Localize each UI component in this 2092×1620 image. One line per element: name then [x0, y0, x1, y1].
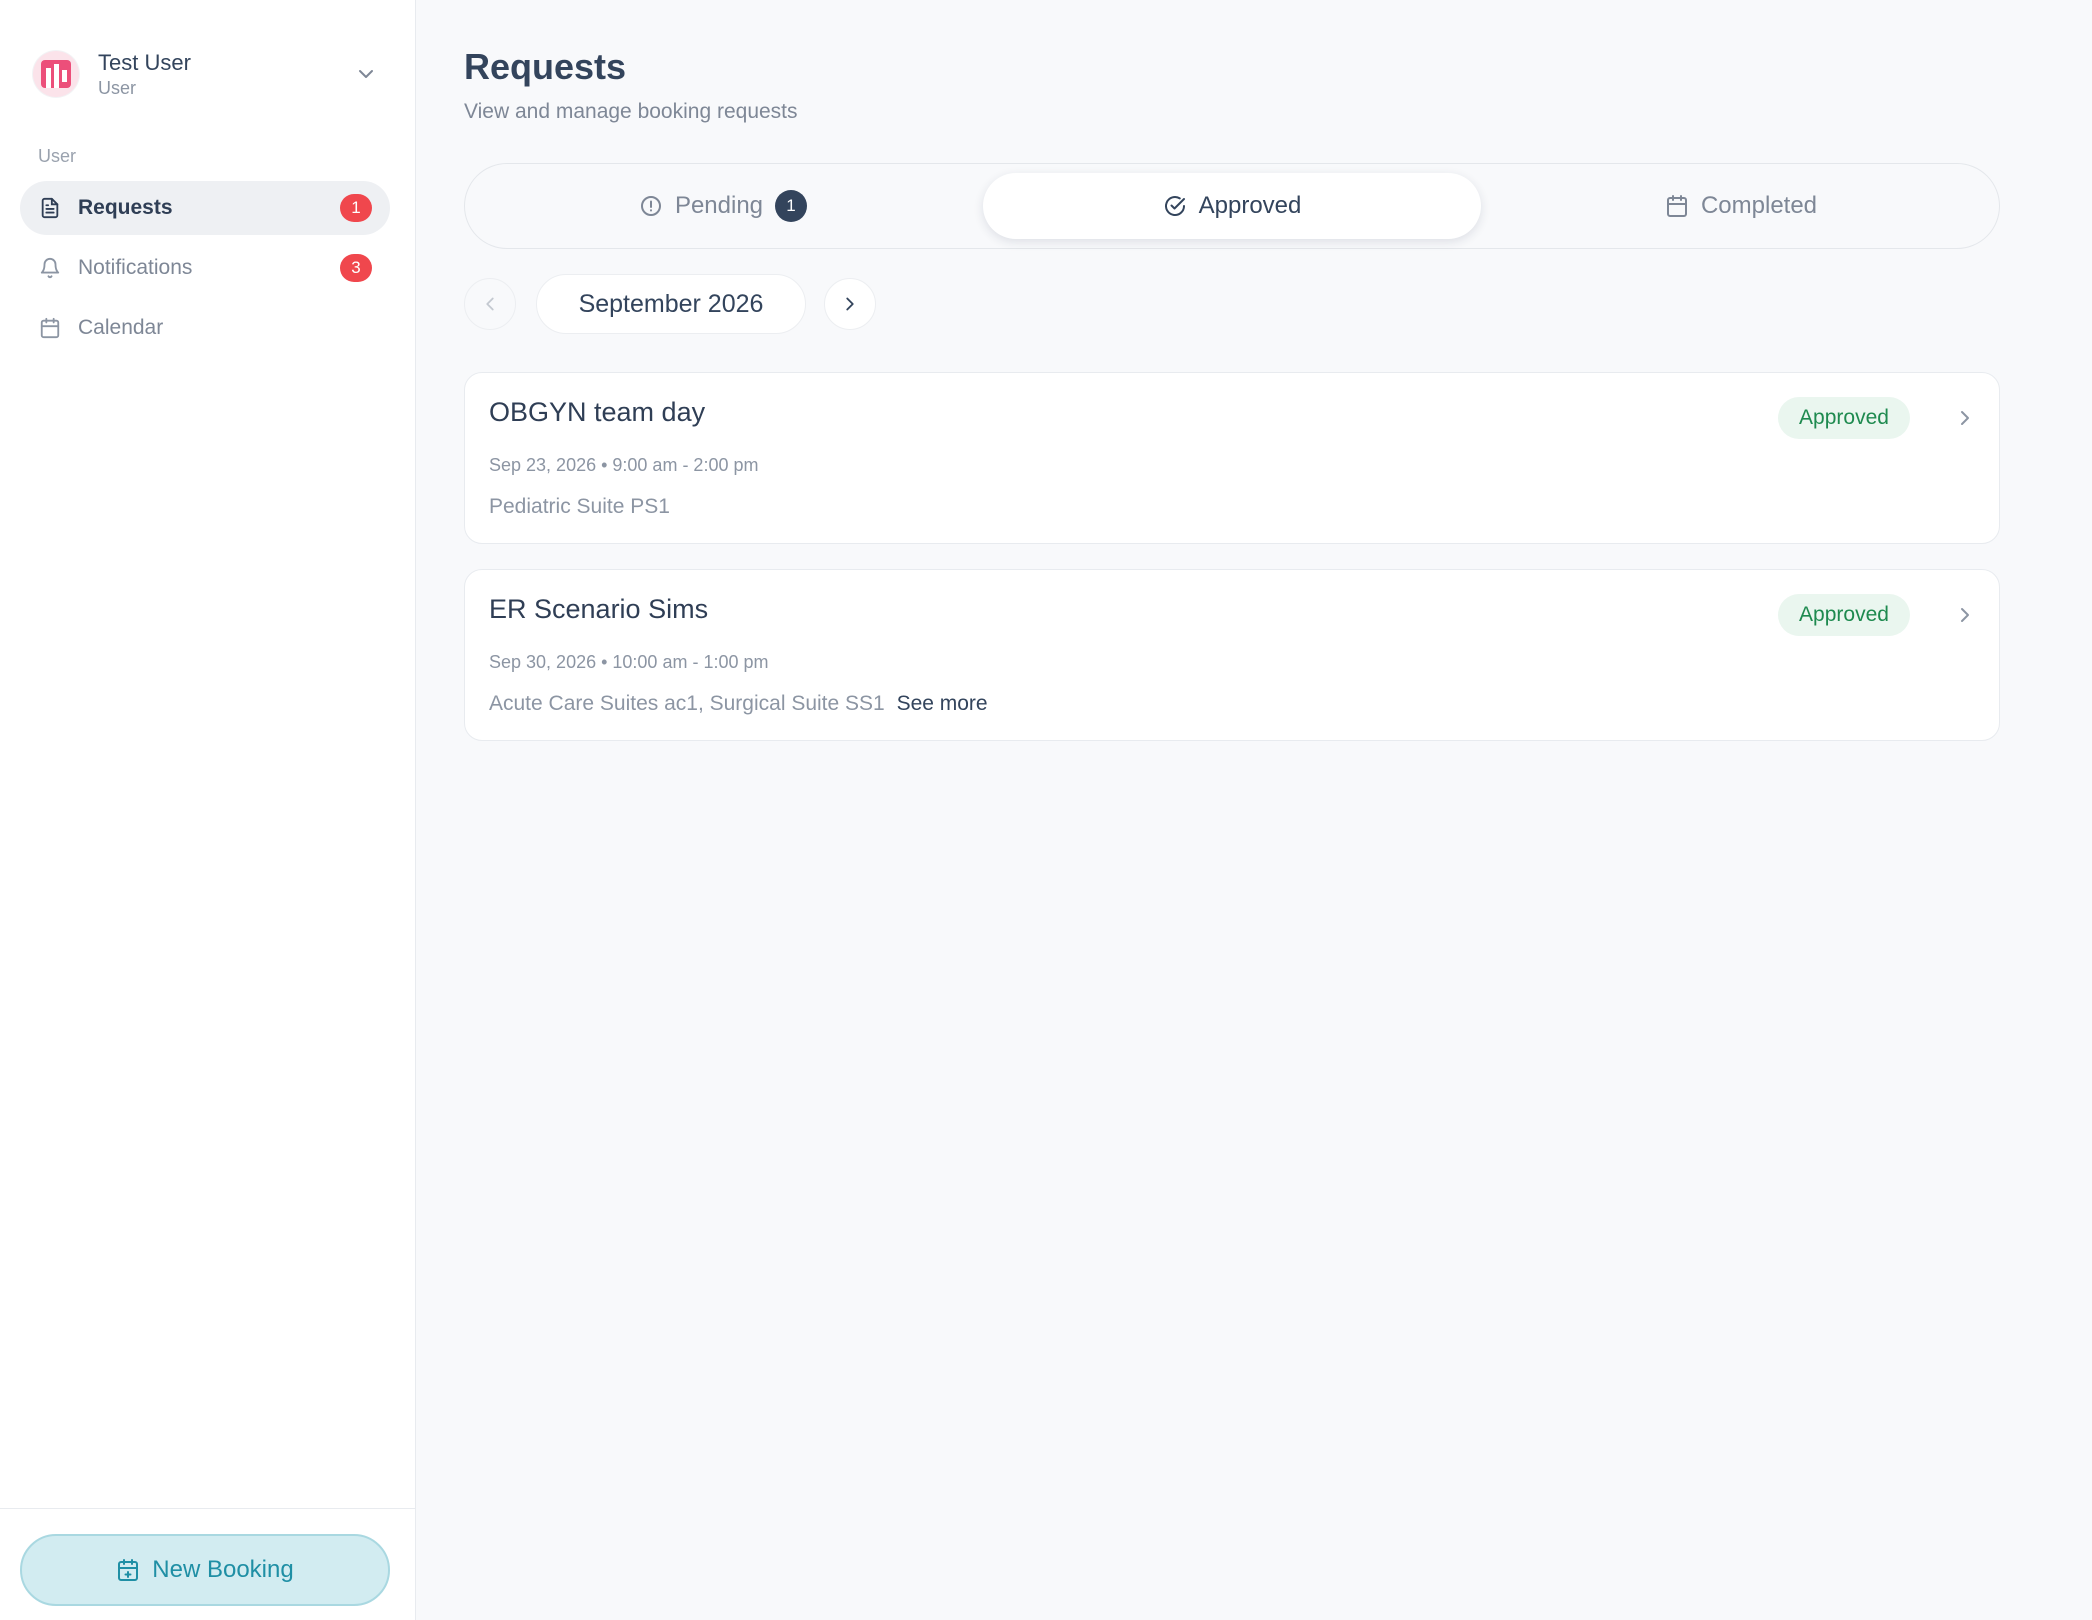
tab-approved[interactable]: Approved: [983, 173, 1481, 239]
sidebar-item-requests[interactable]: Requests 1: [20, 181, 390, 235]
user-role: User: [98, 78, 137, 98]
user-info: Test User User: [98, 49, 354, 99]
user-menu[interactable]: Test User User: [32, 44, 384, 104]
status-badge: Approved: [1778, 397, 1910, 439]
request-card[interactable]: ER Scenario Sims Sep 30, 2026 • 10:00 am…: [464, 569, 2000, 741]
request-title: ER Scenario Sims: [489, 594, 709, 624]
request-title: OBGYN team day: [489, 397, 706, 427]
calendar-icon: [38, 316, 62, 340]
new-booking-button[interactable]: New Booking: [20, 1534, 390, 1606]
next-month-button[interactable]: [824, 278, 876, 330]
sidebar-item-label: Requests: [78, 196, 173, 219]
sidebar-item-label: Notifications: [78, 256, 193, 279]
sidebar-item-notifications[interactable]: Notifications 3: [20, 241, 390, 295]
calendar-plus-icon: [118, 1559, 139, 1581]
avatar: [32, 50, 80, 98]
status-badge: Approved: [1778, 594, 1910, 636]
page-subtitle: View and manage booking requests: [464, 100, 798, 123]
notifications-count-badge: 3: [340, 254, 372, 282]
document-icon: [38, 196, 62, 220]
pending-count-badge: 1: [775, 190, 808, 222]
request-card[interactable]: OBGYN team day Sep 23, 2026 • 9:00 am - …: [464, 372, 2000, 544]
chevron-right-icon: [846, 297, 854, 311]
calendar-icon: [1666, 195, 1687, 217]
tab-completed[interactable]: Completed: [1492, 173, 1990, 239]
request-location-text: Pediatric Suite PS1: [489, 495, 670, 518]
sidebar-divider: [0, 1508, 416, 1509]
request-location: Acute Care Suites ac1, Surgical Suite SS…: [489, 692, 988, 716]
request-datetime: Sep 30, 2026 • 10:00 am - 1:00 pm: [489, 652, 769, 672]
chevron-left-icon: [486, 297, 494, 311]
tab-label: Approved: [1198, 192, 1302, 219]
chevron-down-icon[interactable]: [354, 62, 378, 86]
check-circle-icon: [1164, 196, 1185, 216]
user-name: Test User: [98, 50, 191, 75]
bell-icon: [38, 256, 62, 280]
request-location-text: Acute Care Suites ac1, Surgical Suite SS…: [489, 692, 885, 715]
see-more-link[interactable]: See more: [897, 692, 988, 715]
request-location: Pediatric Suite PS1: [489, 495, 670, 519]
tab-pending[interactable]: Pending 1: [474, 173, 972, 239]
brand-logo-icon: [33, 51, 79, 97]
chevron-right-icon[interactable]: [1953, 603, 1977, 627]
sidebar-item-label: Calendar: [78, 316, 164, 339]
requests-count-badge: 1: [340, 194, 372, 222]
tab-label: Completed: [1700, 192, 1818, 219]
request-datetime: Sep 23, 2026 • 9:00 am - 2:00 pm: [489, 455, 759, 475]
sidebar-item-calendar[interactable]: Calendar: [20, 301, 390, 355]
tab-label: Pending: [674, 192, 764, 219]
alert-circle-icon: [640, 196, 661, 216]
sidebar-section-label: User: [38, 146, 77, 166]
current-month-label: September 2026: [536, 274, 806, 334]
new-booking-label: New Booking: [152, 1556, 294, 1583]
status-tabs: Pending 1 Approved Completed: [464, 163, 2000, 249]
page-title: Requests: [464, 46, 627, 87]
sidebar: Test User User User Requests 1 Notificat…: [0, 0, 416, 1620]
main-content: Requests View and manage booking request…: [416, 0, 2092, 1620]
previous-month-button[interactable]: [464, 278, 516, 330]
chevron-right-icon[interactable]: [1953, 406, 1977, 430]
